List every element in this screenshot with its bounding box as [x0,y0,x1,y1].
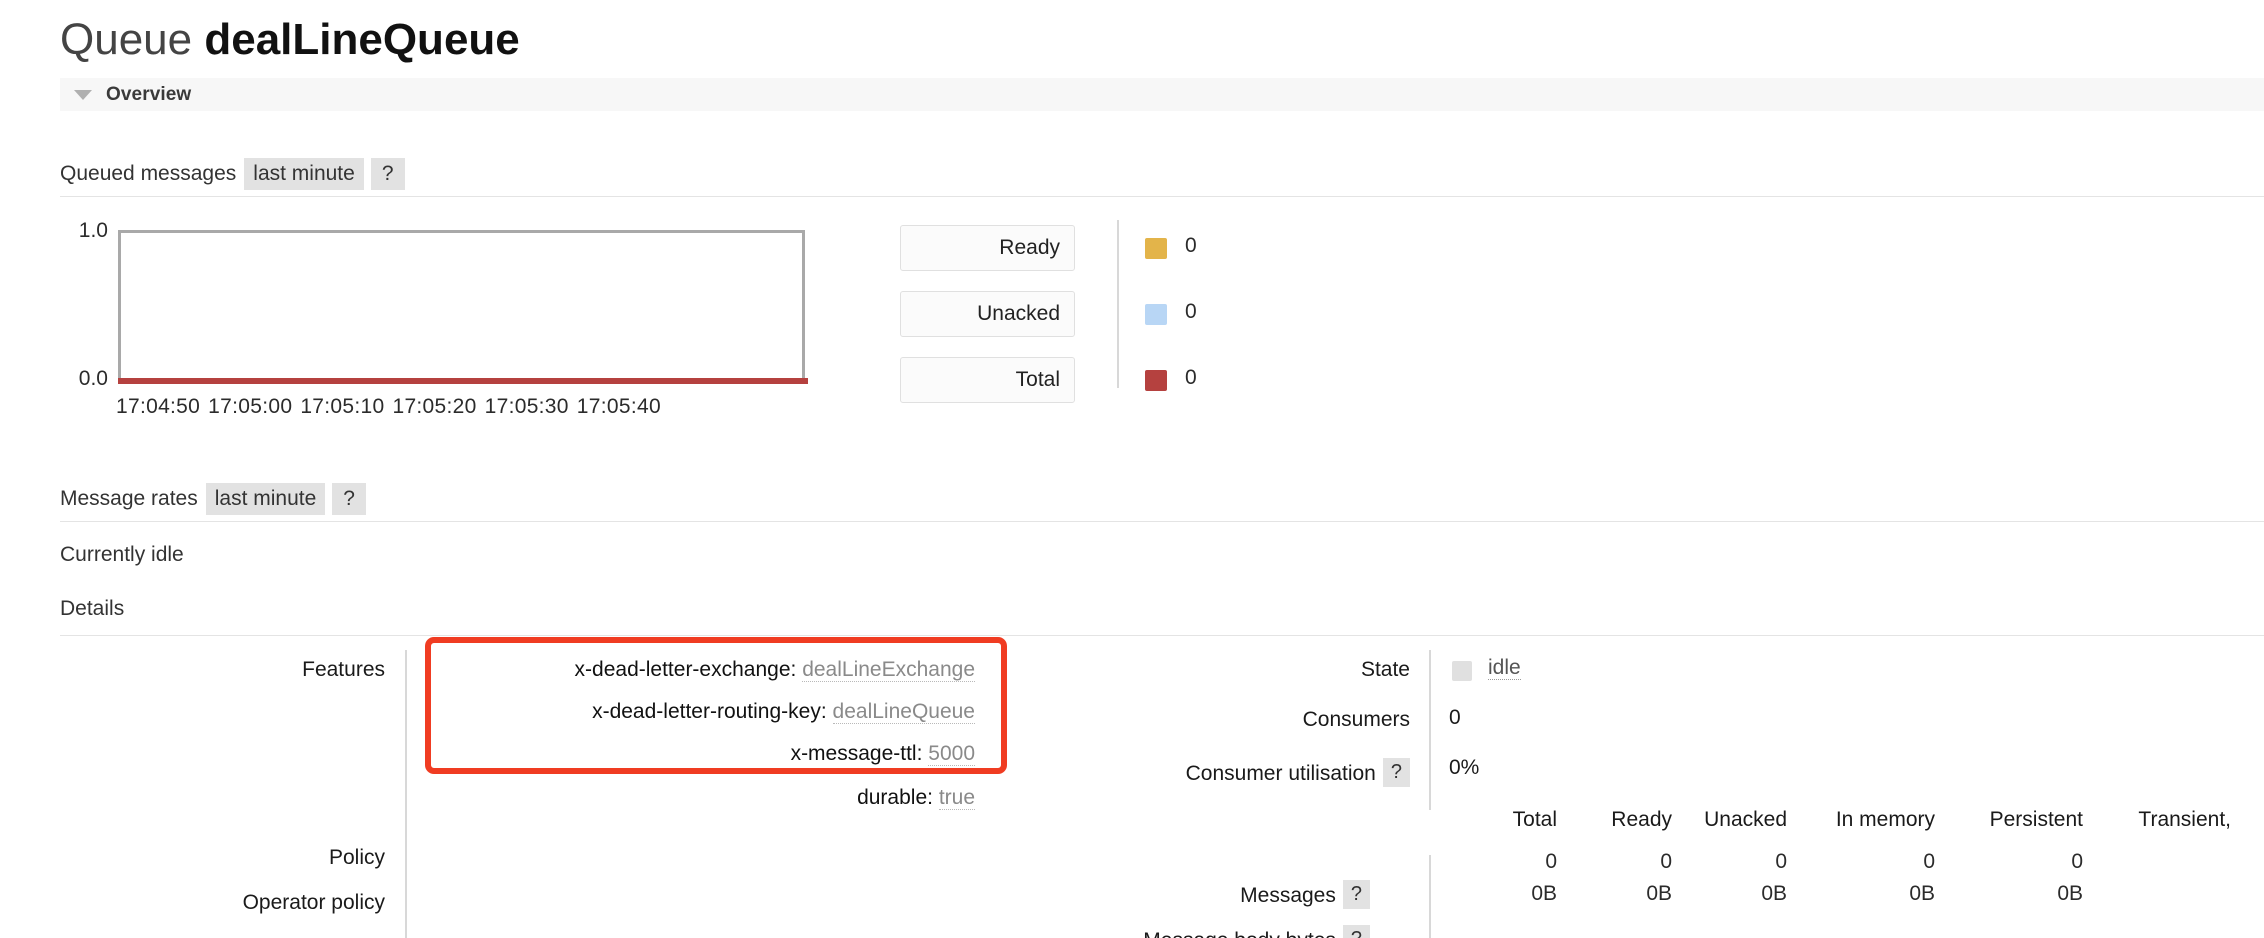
queued-messages-period-button[interactable]: last minute [244,158,364,190]
message-body-bytes-help-icon[interactable]: ? [1342,925,1370,938]
messages-row-label: Messages? [1040,880,1370,909]
queued-messages-divider [60,196,2264,197]
consumer-utilisation-help-icon[interactable]: ? [1382,758,1410,787]
stats-col-transient: Transient, [2138,808,2231,831]
details-label: Details [60,597,125,620]
messages-persistent: 0 [2071,850,2083,873]
chart-xtick: 17:05:10 [300,395,385,418]
bytes-unacked: 0B [1761,882,1787,905]
queued-messages-label: Queued messages [60,162,237,185]
feature-value: true [938,786,975,810]
feature-key: x-message-ttl: [790,742,923,765]
messages-help-icon[interactable]: ? [1342,880,1370,909]
table-row: 0B 0B 0B 0B 0B [1442,878,2231,910]
chart-xtick: 17:05:30 [484,395,569,418]
messages-unacked: 0 [1775,850,1787,873]
legend-value-ready: 0 [1185,234,1197,257]
feature-value: 5000 [928,742,975,766]
message-body-bytes-row-text: Message body bytes [1143,929,1336,938]
stats-col-persistent: Persistent [1989,808,2083,831]
chart-ytick-max: 1.0 [78,219,108,242]
state-indicator-swatch [1452,661,1472,681]
page-title-queue-name: dealLineQueue [204,15,520,64]
stats-table-header-row: Total Ready Unacked In memory Persistent… [1442,808,2231,846]
messages-ready: 0 [1660,850,1672,873]
legend-swatch-unacked [1145,304,1167,325]
legend-swatch-ready [1145,238,1167,259]
feature-row-message-ttl: x-message-ttl: 5000 [0,742,975,766]
page-title-prefix: Queue [60,15,193,64]
chart-series-total-line [118,378,808,384]
overview-section-header[interactable]: Overview [60,78,2264,111]
chart-xtick: 17:05:40 [576,395,661,418]
triangle-down-icon[interactable] [74,89,92,100]
right-column-divider-bottom [1429,855,1431,938]
legend-button-unacked[interactable]: Unacked [900,291,1075,337]
bytes-transient [2083,878,2231,910]
stats-col-unacked: Unacked [1704,808,1787,831]
operator-policy-label: Operator policy [242,891,385,914]
bytes-in-memory: 0B [1909,882,1935,905]
state-value: idle [1488,656,1521,680]
queue-detail-page: Queue dealLineQueue Overview Queued mess… [0,0,2264,938]
legend-value-total: 0 [1185,366,1197,389]
state-label: State [1360,658,1410,681]
state-value-text: idle [1488,656,1521,680]
feature-value: dealLineExchange [802,658,975,682]
messages-in-memory: 0 [1923,850,1935,873]
consumers-value: 0 [1449,706,1461,729]
feature-key: x-dead-letter-routing-key: [592,700,827,723]
feature-row-dead-letter-routing-key: x-dead-letter-routing-key: dealLineQueue [0,700,975,724]
queued-messages-help-icon[interactable]: ? [370,158,405,190]
page-title: Queue dealLineQueue [60,14,520,66]
legend-button-ready[interactable]: Ready [900,225,1075,271]
bytes-persistent: 0B [2057,882,2083,905]
legend-button-total[interactable]: Total [900,357,1075,403]
stats-col-ready: Ready [1611,808,1672,831]
messages-row-text: Messages [1240,884,1336,907]
chart-ytick-min: 0.0 [78,367,108,390]
legend-swatch-total [1145,370,1167,391]
message-rates-status: Currently idle [60,543,184,566]
message-rates-help-icon[interactable]: ? [332,483,366,515]
messages-total: 0 [1545,850,1557,873]
queue-stats-table: Total Ready Unacked In memory Persistent… [1442,808,2231,910]
message-rates-label: Message rates [60,487,198,510]
message-rates-divider [60,521,2264,522]
feature-value: dealLineQueue [832,700,975,724]
legend-divider [1117,220,1119,388]
feature-row-durable: durable: true [0,786,975,810]
bytes-total: 0B [1531,882,1557,905]
messages-transient [2083,846,2231,878]
right-column-divider-top [1429,650,1431,810]
queued-messages-header: Queued messages last minute ? [60,158,405,190]
overview-section-label: Overview [106,83,192,105]
consumer-utilisation-value: 0% [1449,756,1480,779]
consumer-utilisation-text: Consumer utilisation [1185,762,1376,785]
chart-xaxis-labels: 17:04:50 17:05:00 17:05:10 17:05:20 17:05:30… [116,395,661,419]
stats-col-total: Total [1512,808,1557,831]
feature-key: durable: [857,786,933,809]
stats-col-in-memory: In memory [1835,808,1935,831]
consumer-utilisation-label: Consumer utilisation? [1000,758,1410,787]
message-rates-header: Message rates last minute ? [60,483,366,515]
message-rates-period-button[interactable]: last minute [205,483,326,515]
chart-xtick: 17:05:00 [208,395,293,418]
feature-row-dead-letter-exchange: x-dead-letter-exchange: dealLineExchange [0,658,975,682]
chart-xtick: 17:04:50 [116,395,201,418]
policy-label: Policy [328,846,385,869]
chart-xtick: 17:05:20 [392,395,477,418]
bytes-ready: 0B [1646,882,1672,905]
chart-plot-area [118,230,805,381]
details-divider [60,635,2264,636]
consumers-label: Consumers [1302,708,1410,731]
legend-value-unacked: 0 [1185,300,1197,323]
table-row: 0 0 0 0 0 [1442,846,2231,878]
message-body-bytes-row-label: Message body bytes? [1000,925,1370,938]
feature-key: x-dead-letter-exchange: [574,658,797,681]
